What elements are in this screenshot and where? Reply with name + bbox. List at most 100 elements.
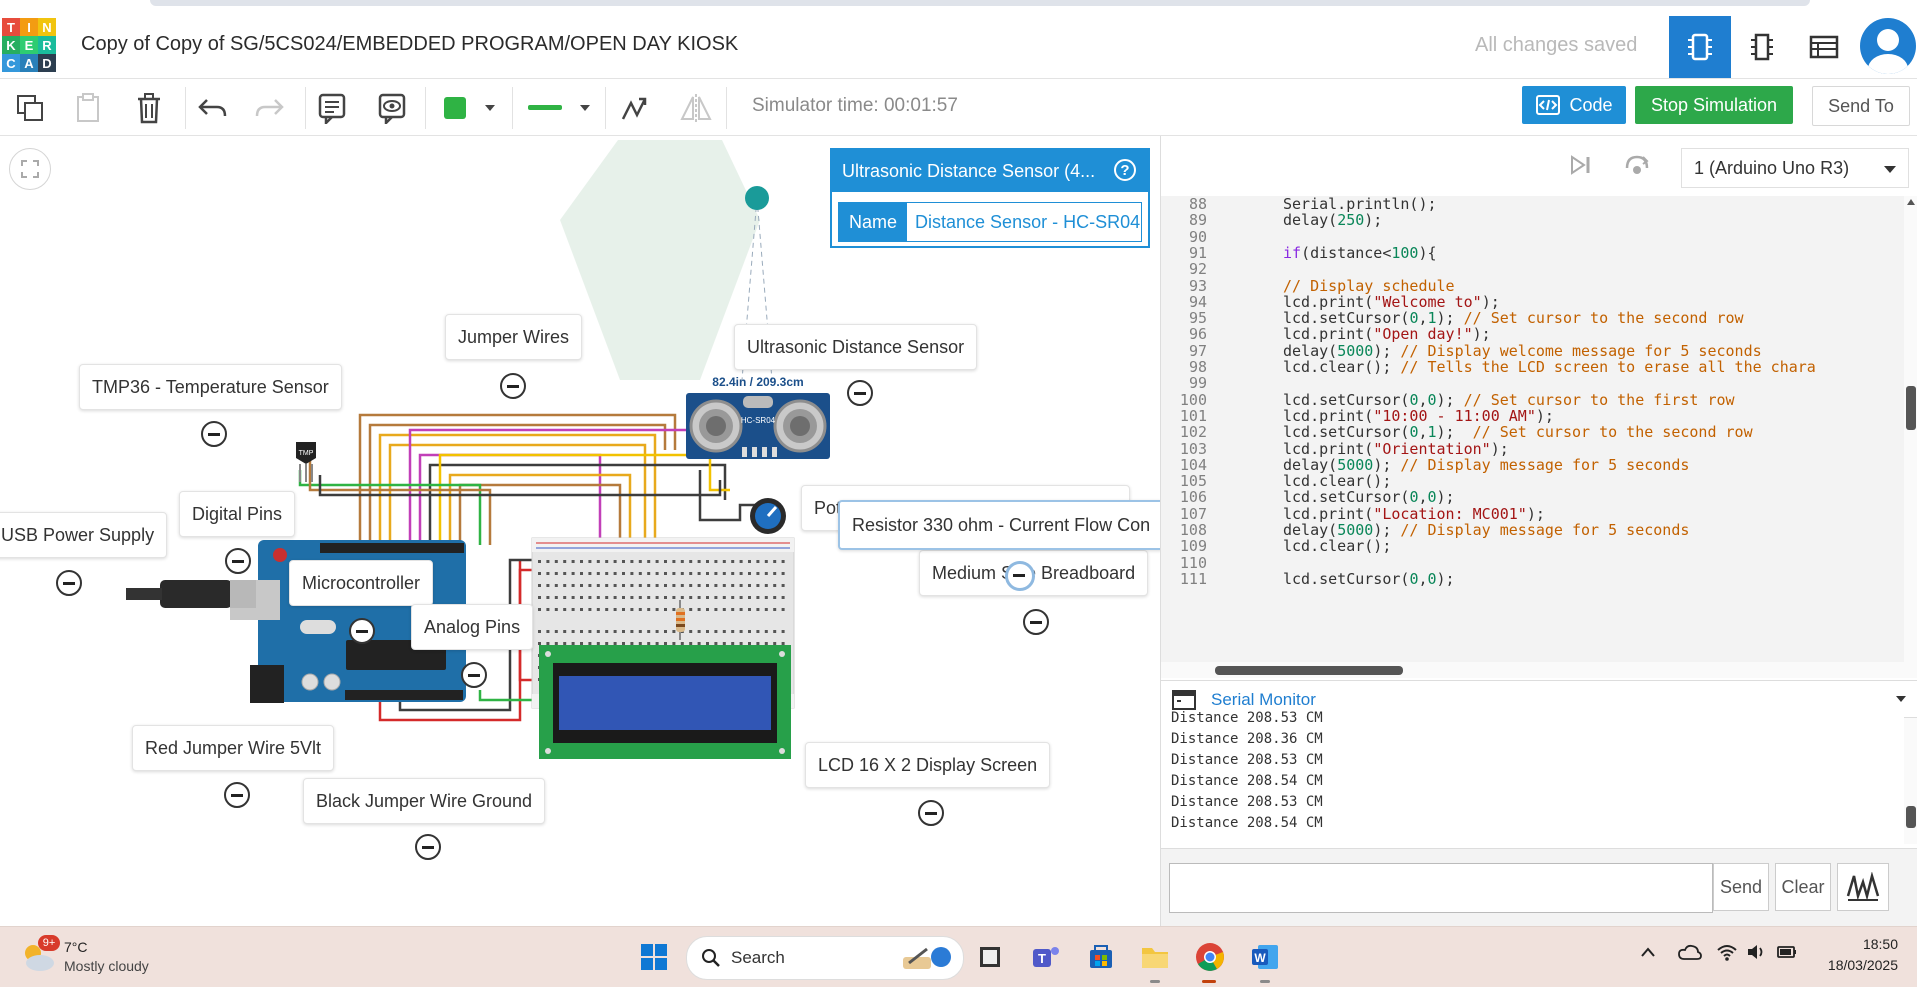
annotation-pin[interactable] <box>1023 609 1049 635</box>
annotation-usb-power[interactable]: USB Power Supply <box>0 512 168 558</box>
code-editor[interactable]: 88 Serial.println(); 89 delay(250); 90 91 if(d… <box>1161 196 1904 662</box>
store-app[interactable] <box>1081 937 1121 977</box>
line-number: 92 <box>1188 260 1207 279</box>
annotation-red-wire[interactable]: Red Jumper Wire 5Vlt <box>132 725 335 771</box>
chrome-app[interactable] <box>1190 937 1230 977</box>
step-button[interactable] <box>1569 154 1593 181</box>
code-line[interactable]: 111 lcd.setCursor(0,0); <box>1161 570 1904 590</box>
component-list-button[interactable] <box>1793 16 1855 78</box>
step-icon <box>1571 155 1590 175</box>
scroll-up-icon[interactable] <box>1907 199 1915 205</box>
serial-input[interactable] <box>1169 863 1713 913</box>
potentiometer[interactable] <box>750 498 786 534</box>
code-text: lcd.setCursor(0,1); // Set cursor to the… <box>1283 423 1753 442</box>
circuit-view-button[interactable] <box>1669 16 1731 78</box>
taskbar-search[interactable]: Search <box>686 936 964 980</box>
chevron-down-icon[interactable] <box>1896 696 1906 702</box>
line-number: 104 <box>1179 455 1207 474</box>
notes-button[interactable] <box>312 88 352 128</box>
serial-plotter-button[interactable] <box>1837 863 1889 911</box>
debug-button[interactable] <box>1623 152 1651 183</box>
task-view-button[interactable] <box>970 937 1010 977</box>
file-explorer-app[interactable] <box>1135 937 1175 977</box>
sensor-target[interactable] <box>745 186 769 210</box>
delete-button[interactable] <box>129 88 169 128</box>
rotate-button[interactable] <box>614 88 654 128</box>
serial-scrollbar[interactable] <box>1904 718 1917 844</box>
mirror-button[interactable] <box>676 88 716 128</box>
annotation-pin[interactable] <box>349 618 375 644</box>
teams-app[interactable]: T <box>1026 937 1066 977</box>
speaker-icon <box>1748 945 1763 959</box>
editor-scroll-thumb[interactable] <box>1906 386 1916 430</box>
annotation-pin[interactable] <box>847 380 873 406</box>
annotation-digital-pins[interactable]: Digital Pins <box>179 491 296 537</box>
serial-send-button[interactable]: Send <box>1713 863 1769 911</box>
editor-vertical-scrollbar[interactable] <box>1904 196 1917 662</box>
editor-horizontal-scrollbar[interactable] <box>1161 662 1917 678</box>
code-text: delay(250); <box>1283 211 1383 230</box>
weather-description[interactable]: Mostly cloudy <box>64 958 149 974</box>
note-visibility-button[interactable] <box>372 88 412 128</box>
code-button[interactable]: Code <box>1522 86 1626 124</box>
wire-type-picker[interactable] <box>518 88 598 128</box>
battery-button[interactable] <box>1776 942 1798 967</box>
annotation-lcd[interactable]: LCD 16 X 2 Display Screen <box>805 742 1051 788</box>
plotter-icon <box>1846 872 1880 901</box>
undo-button[interactable] <box>192 88 232 128</box>
annotation-microcontroller[interactable]: Microcontroller <box>289 560 434 606</box>
name-field[interactable]: Name Distance Sensor - HC-SR04 <box>838 202 1142 242</box>
annotation-pin[interactable] <box>201 421 227 447</box>
serial-clear-button[interactable]: Clear <box>1775 863 1831 911</box>
annotation-pin[interactable] <box>1005 561 1035 591</box>
stop-simulation-button[interactable]: Stop Simulation <box>1635 86 1793 124</box>
volume-button[interactable] <box>1746 942 1766 967</box>
start-button[interactable] <box>634 937 674 977</box>
usb-cable[interactable] <box>126 580 256 608</box>
annotation-pin[interactable] <box>225 548 251 574</box>
board-select[interactable]: 1 (Arduino Uno R3) <box>1681 148 1909 188</box>
annotation-pin[interactable] <box>918 800 944 826</box>
redo-button[interactable] <box>250 88 290 128</box>
paste-button[interactable] <box>68 88 108 128</box>
show-hidden-icons-button[interactable] <box>1640 945 1656 963</box>
circuit-icon <box>1688 33 1712 61</box>
tinkercad-logo[interactable]: TINKERCAD <box>2 18 56 72</box>
clock-date[interactable]: 18/03/2025 <box>1808 957 1898 973</box>
annotation-pin[interactable] <box>56 570 82 596</box>
browser-strip <box>150 0 1810 6</box>
editor-hscroll-thumb[interactable] <box>1215 666 1403 675</box>
clock-time[interactable]: 18:50 <box>1832 936 1898 952</box>
word-app[interactable]: W <box>1245 937 1285 977</box>
annotation-resistor[interactable]: Resistor 330 ohm - Current Flow Con <box>838 500 1160 550</box>
annotation-pin[interactable] <box>500 373 526 399</box>
annotation-ultrasonic[interactable]: Ultrasonic Distance Sensor <box>734 324 978 370</box>
trash-icon <box>138 93 160 124</box>
design-title[interactable]: Copy of Copy of SG/5CS024/EMBEDDED PROGR… <box>81 33 738 56</box>
annotation-pin[interactable] <box>415 834 441 860</box>
user-avatar[interactable] <box>1860 18 1916 74</box>
terminal-icon <box>1172 690 1196 710</box>
copy-button[interactable] <box>10 88 50 128</box>
annotation-black-wire[interactable]: Black Jumper Wire Ground <box>303 778 546 824</box>
ultrasonic-sensor[interactable]: HC-SR04 82.4in / 209.3cm <box>686 375 830 459</box>
annotation-pin[interactable] <box>461 662 487 688</box>
circuit-canvas[interactable]: HC-SR04 82.4in / 209.3cm TMP Jumper Wire… <box>0 136 1160 926</box>
wifi-button[interactable] <box>1716 942 1738 967</box>
code-text: // Display schedule <box>1283 276 1455 295</box>
lcd-display[interactable] <box>539 645 791 759</box>
schematic-view-button[interactable] <box>1731 16 1793 78</box>
weather-temp[interactable]: 7°C <box>64 939 88 955</box>
onedrive-button[interactable] <box>1678 943 1702 966</box>
annotation-analog-pins[interactable]: Analog Pins <box>411 604 534 650</box>
weather-widget[interactable]: 9+ <box>18 935 60 977</box>
annotation-pin[interactable] <box>224 782 250 808</box>
temperature-sensor[interactable]: TMP <box>296 442 316 482</box>
serial-scroll-thumb[interactable] <box>1906 806 1916 828</box>
help-icon[interactable]: ? <box>1114 159 1136 181</box>
fill-color-picker[interactable] <box>432 88 504 128</box>
name-value[interactable]: Distance Sensor - HC-SR04 <box>907 203 1140 241</box>
annotation-jumper-wires[interactable]: Jumper Wires <box>445 314 583 360</box>
annotation-tmp36[interactable]: TMP36 - Temperature Sensor <box>79 364 342 410</box>
send-to-button[interactable]: Send To <box>1812 86 1910 126</box>
